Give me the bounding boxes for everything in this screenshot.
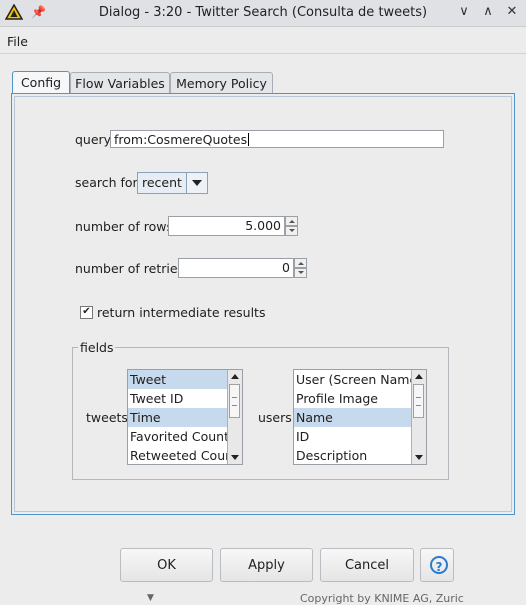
menu-bar: File bbox=[0, 27, 526, 54]
list-item[interactable]: Favorited Count bbox=[128, 427, 242, 446]
tweets-label: tweets bbox=[86, 410, 128, 425]
retries-spinner[interactable]: 0 bbox=[178, 258, 307, 278]
maximize-button[interactable]: ∧ bbox=[479, 3, 497, 21]
query-input[interactable]: from:CosmereQuotes bbox=[110, 130, 444, 148]
scroll-thumb[interactable] bbox=[413, 384, 424, 418]
minimize-button[interactable]: ∨ bbox=[455, 3, 473, 21]
footer-text: Copyright by KNIME AG, Zuric bbox=[300, 592, 464, 605]
retries-field[interactable]: 0 bbox=[178, 258, 294, 278]
scroll-thumb[interactable] bbox=[229, 384, 240, 418]
users-listbox[interactable]: User (Screen Name) Profile Image Name ID… bbox=[293, 369, 427, 465]
scroll-up-icon[interactable] bbox=[229, 371, 241, 383]
chevron-down-icon[interactable] bbox=[186, 173, 207, 193]
intermediate-results-label: return intermediate results bbox=[97, 305, 266, 320]
title-bar: 📌 Dialog - 3:20 - Twitter Search (Consul… bbox=[0, 0, 526, 27]
users-label: users bbox=[258, 410, 292, 425]
tab-memory-policy[interactable]: Memory Policy bbox=[170, 72, 273, 94]
tweets-listbox[interactable]: Tweet Tweet ID Time Favorited Count Retw… bbox=[127, 369, 243, 465]
ok-button[interactable]: OK bbox=[120, 548, 213, 582]
close-button[interactable]: ✕ bbox=[503, 3, 521, 21]
intermediate-results-checkbox[interactable]: ✔ bbox=[80, 306, 93, 319]
spin-up-icon[interactable] bbox=[294, 258, 307, 268]
list-item[interactable]: Profile Image bbox=[294, 389, 426, 408]
spin-down-icon[interactable] bbox=[294, 268, 307, 278]
retries-label: number of retries bbox=[75, 261, 185, 276]
spin-down-icon[interactable] bbox=[285, 226, 298, 236]
scroll-down-icon[interactable] bbox=[229, 451, 241, 463]
apply-button[interactable]: Apply bbox=[220, 548, 313, 582]
list-item[interactable]: Description bbox=[294, 446, 426, 464]
list-item[interactable]: Tweet ID bbox=[128, 389, 242, 408]
list-item[interactable]: User (Screen Name) bbox=[294, 370, 426, 389]
rows-label: number of rows bbox=[75, 219, 174, 234]
spin-up-icon[interactable] bbox=[285, 216, 298, 226]
tweets-scrollbar[interactable] bbox=[227, 370, 242, 464]
fields-legend: fields bbox=[78, 340, 116, 355]
list-item[interactable]: ID bbox=[294, 427, 426, 446]
help-icon: ? bbox=[430, 556, 448, 574]
help-button[interactable]: ? bbox=[420, 548, 454, 582]
users-scrollbar[interactable] bbox=[411, 370, 426, 464]
window-title: Dialog - 3:20 - Twitter Search (Consulta… bbox=[98, 5, 428, 20]
search-for-dropdown[interactable]: recent bbox=[137, 172, 208, 194]
search-for-label: search for bbox=[75, 175, 138, 190]
text-caret bbox=[248, 133, 250, 146]
list-item[interactable]: Time bbox=[128, 408, 242, 427]
query-value: from:CosmereQuotes bbox=[114, 132, 248, 147]
rows-field[interactable]: 5.000 bbox=[168, 216, 285, 236]
tab-flow-variables[interactable]: Flow Variables bbox=[70, 72, 170, 94]
footer-arrow-icon: ▼ bbox=[147, 593, 154, 603]
query-label: query bbox=[75, 132, 112, 147]
scroll-up-icon[interactable] bbox=[413, 371, 425, 383]
rows-spinner[interactable]: 5.000 bbox=[168, 216, 298, 236]
list-item[interactable]: Retweeted Count bbox=[128, 446, 242, 464]
menu-file[interactable]: File bbox=[7, 34, 28, 49]
list-item[interactable]: Name bbox=[294, 408, 426, 427]
tab-config[interactable]: Config bbox=[12, 71, 70, 95]
search-for-value: recent bbox=[142, 175, 182, 190]
cancel-button[interactable]: Cancel bbox=[320, 548, 414, 582]
list-item[interactable]: Tweet bbox=[128, 370, 242, 389]
scroll-down-icon[interactable] bbox=[413, 451, 425, 463]
